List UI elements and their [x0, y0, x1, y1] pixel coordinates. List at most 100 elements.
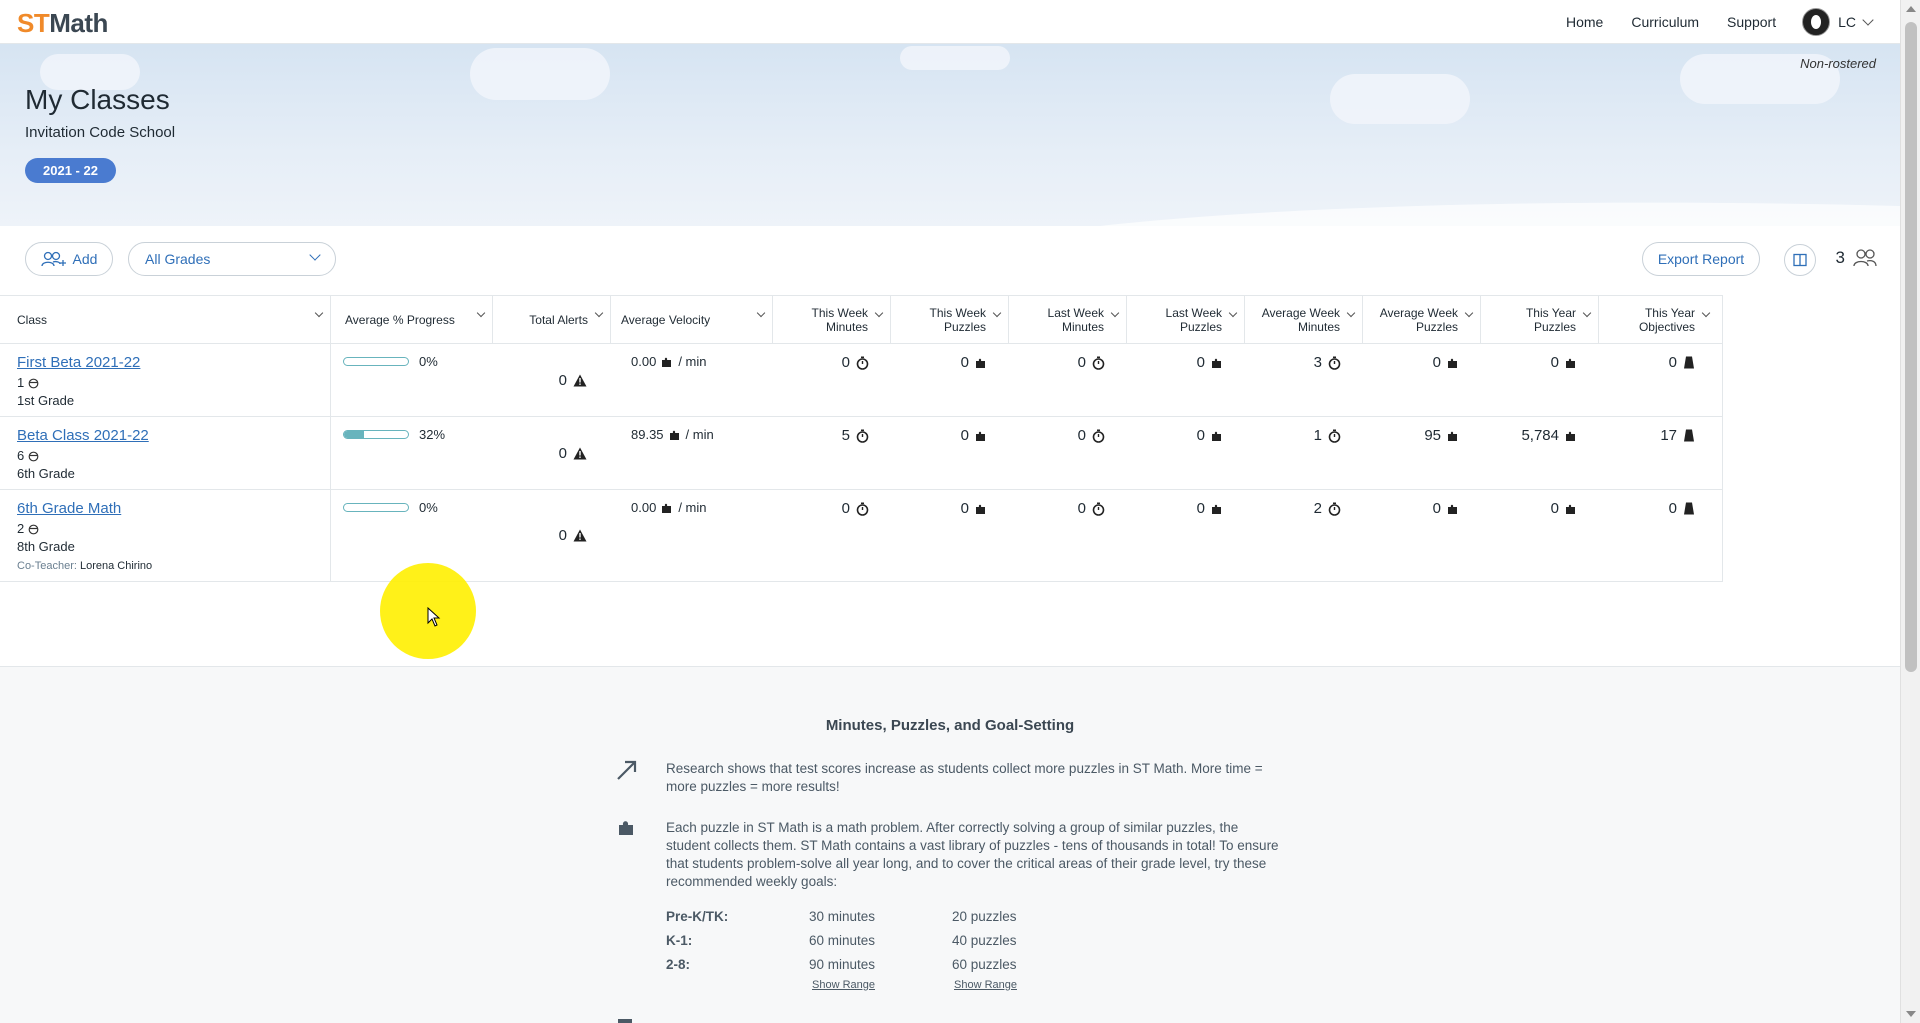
- school-year-badge[interactable]: 2021 - 22: [25, 158, 116, 183]
- page-title: My Classes: [25, 84, 170, 115]
- puzzle-icon: [1448, 504, 1457, 514]
- class-grade: 8th Grade: [17, 539, 75, 554]
- table-row: First Beta 2021-22 1 1st Grade 0% 0 0.00…: [0, 344, 1722, 417]
- roster-status: Non-rostered: [1800, 56, 1876, 71]
- user-menu[interactable]: LC: [1802, 8, 1874, 36]
- top-nav: STMath Home Curriculum Support LC: [0, 0, 1900, 44]
- nav-support-link[interactable]: Support: [1727, 14, 1776, 30]
- nav-curriculum-link[interactable]: Curriculum: [1631, 14, 1699, 30]
- header-average-week-puzzles[interactable]: Average Week Puzzles: [1363, 296, 1481, 343]
- wave-decoration: [0, 202, 1900, 226]
- chevron-down-icon: [1862, 14, 1874, 26]
- scroll-up-arrow[interactable]: [1906, 6, 1916, 12]
- puzzle-icon: [662, 503, 672, 513]
- page-scrollbar[interactable]: [1900, 0, 1920, 1023]
- header-this-year-objectives[interactable]: This Year Objectives: [1599, 296, 1717, 343]
- this-year-puzzles-cell: 5,784: [1481, 417, 1599, 489]
- student-count: 2: [17, 520, 320, 538]
- average-week-puzzles-cell: 0: [1363, 490, 1481, 581]
- cloud-decoration: [1330, 74, 1470, 124]
- chevron-down-icon: [594, 308, 604, 318]
- columns-icon: [1793, 253, 1807, 267]
- add-label: Add: [72, 251, 98, 267]
- student-icon: [28, 378, 39, 388]
- header-average-velocity[interactable]: Average Velocity: [611, 296, 773, 343]
- info-paragraph-puzzles: Each puzzle in ST Math is a math problem…: [666, 820, 1279, 889]
- class-name-link[interactable]: 6th Grade Math: [17, 500, 320, 517]
- this-week-puzzles-cell: 0: [891, 344, 1009, 416]
- header-this-year-puzzles[interactable]: This Year Puzzles: [1481, 296, 1599, 343]
- puzzle-icon: [976, 431, 985, 441]
- nav-home-link[interactable]: Home: [1566, 14, 1603, 30]
- stopwatch-icon: [1328, 502, 1341, 516]
- this-year-objectives-cell: 17: [1599, 417, 1717, 489]
- info-paragraph-research: Research shows that test scores increase…: [666, 761, 1263, 794]
- puzzle-icon: [1566, 431, 1575, 441]
- velocity-cell: 0.00/ min: [631, 500, 707, 515]
- header-average-week-minutes[interactable]: Average Week Minutes: [1245, 296, 1363, 343]
- show-range-minutes-link[interactable]: Show Range: [812, 979, 875, 991]
- last-week-minutes-cell: 0: [1009, 344, 1127, 416]
- chevron-down-icon: [314, 308, 324, 318]
- student-count: 1: [17, 374, 320, 392]
- objective-icon: [1684, 356, 1694, 369]
- scrollbar-thumb[interactable]: [1905, 22, 1917, 672]
- column-toggle-button[interactable]: [1784, 244, 1816, 276]
- cloud-decoration: [900, 46, 1010, 70]
- show-range-puzzles-link[interactable]: Show Range: [954, 979, 1017, 991]
- class-name-link[interactable]: Beta Class 2021-22: [17, 427, 320, 444]
- scroll-down-arrow[interactable]: [1906, 1011, 1916, 1017]
- add-class-button[interactable]: Add: [25, 242, 113, 276]
- stopwatch-icon: [1092, 356, 1105, 370]
- header-last-week-puzzles[interactable]: Last Week Puzzles: [1127, 296, 1245, 343]
- this-year-puzzles-cell: 0: [1481, 490, 1599, 581]
- table-header: Class Average % Progress Total Alerts Av…: [0, 296, 1722, 344]
- velocity-cell: 0.00/ min: [631, 354, 707, 369]
- table-row: 6th Grade Math 2 8th Grade Co-Teacher: L…: [0, 490, 1722, 581]
- avatar: [1802, 8, 1831, 36]
- alerts-cell: 0: [493, 490, 611, 581]
- class-cell: Beta Class 2021-22 6 6th Grade: [0, 417, 331, 489]
- this-week-minutes-cell: 0: [773, 490, 891, 581]
- chevron-down-icon: [309, 249, 321, 261]
- export-report-button[interactable]: Export Report: [1642, 242, 1760, 276]
- chevron-down-icon: [1582, 308, 1592, 318]
- this-week-minutes-cell: 5: [773, 417, 891, 489]
- last-week-minutes-cell: 0: [1009, 490, 1127, 581]
- goal-row: 2-8: 90 minutes 60 puzzles: [666, 956, 1017, 972]
- student-icon: [28, 524, 39, 534]
- last-week-puzzles-cell: 0: [1127, 490, 1245, 581]
- last-week-minutes-cell: 0: [1009, 417, 1127, 489]
- header-class[interactable]: Class: [0, 296, 331, 343]
- velocity-cell: 89.35/ min: [631, 427, 714, 442]
- header-this-week-minutes[interactable]: This Week Minutes: [773, 296, 891, 343]
- header-average-progress[interactable]: Average % Progress: [331, 296, 493, 343]
- student-icon: [28, 451, 39, 461]
- grade-filter-select[interactable]: All Grades: [128, 242, 336, 276]
- st-math-logo[interactable]: STMath: [17, 8, 108, 39]
- puzzle-icon: [1566, 358, 1575, 368]
- average-week-minutes-cell: 2: [1245, 490, 1363, 581]
- progress-bar: [343, 357, 409, 366]
- classes-table: Class Average % Progress Total Alerts Av…: [0, 295, 1723, 582]
- progress-cell: 32%: [331, 417, 493, 489]
- this-year-objectives-cell: 0: [1599, 344, 1717, 416]
- alerts-cell: 0: [493, 417, 611, 489]
- class-name-link[interactable]: First Beta 2021-22: [17, 354, 320, 371]
- header-last-week-minutes[interactable]: Last Week Minutes: [1009, 296, 1127, 343]
- chevron-down-icon: [874, 308, 884, 318]
- puzzle-icon: [1212, 431, 1221, 441]
- goal-row: K-1: 60 minutes 40 puzzles: [666, 932, 1017, 948]
- class-cell: 6th Grade Math 2 8th Grade Co-Teacher: L…: [0, 490, 331, 581]
- header-this-week-puzzles[interactable]: This Week Puzzles: [891, 296, 1009, 343]
- chevron-down-icon: [1228, 308, 1238, 318]
- header-total-alerts[interactable]: Total Alerts: [493, 296, 611, 343]
- progress-value: 0%: [419, 354, 438, 369]
- chevron-down-icon: [1701, 308, 1711, 318]
- mouse-cursor-icon: [427, 607, 441, 627]
- chevron-down-icon: [1464, 308, 1474, 318]
- this-year-puzzles-cell: 0: [1481, 344, 1599, 416]
- progress-value: 32%: [419, 427, 446, 442]
- hero-banner: My Classes Invitation Code School 2021 -…: [0, 44, 1900, 226]
- progress-value: 0%: [419, 500, 438, 515]
